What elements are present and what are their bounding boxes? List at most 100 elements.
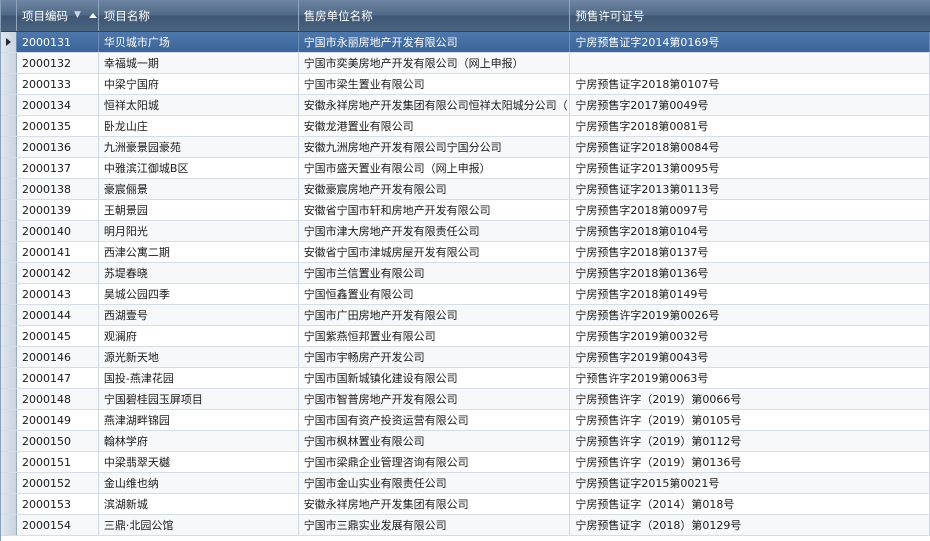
cell-company[interactable]: 宁国市宇畅房产开发公司 xyxy=(299,347,571,367)
cell-name[interactable]: 卧龙山庄 xyxy=(99,116,299,136)
table-row[interactable]: 2000154 三鼎·北园公馆 宁国市三鼎实业发展有限公司 宁房预售证字（2018）第… xyxy=(1,515,930,536)
cell-code[interactable]: 2000135 xyxy=(17,116,99,136)
cell-code[interactable]: 2000139 xyxy=(17,200,99,220)
cell-name[interactable]: 观澜府 xyxy=(99,326,299,346)
cell-company[interactable]: 宁国市兰信置业有限公司 xyxy=(299,263,571,283)
cell-name[interactable]: 华贝城市广场 xyxy=(99,32,299,52)
cell-company[interactable]: 宁国紫燕恒邦置业有限公司 xyxy=(299,326,571,346)
row-indicator[interactable] xyxy=(1,158,17,178)
sort-ascending-icon[interactable] xyxy=(88,13,97,18)
table-row[interactable]: 2000135 卧龙山庄 安徽龙港置业有限公司 宁房预售字2018第0081号 xyxy=(1,116,930,137)
cell-license[interactable]: 宁预售许字2019第0063号 xyxy=(570,368,930,388)
cell-code[interactable]: 2000134 xyxy=(17,95,99,115)
cell-name[interactable]: 翰林学府 xyxy=(99,431,299,451)
cell-name[interactable]: 金山维也纳 xyxy=(99,473,299,493)
cell-code[interactable]: 2000151 xyxy=(17,452,99,472)
row-indicator[interactable] xyxy=(1,74,17,94)
cell-name[interactable]: 昊城公园四季 xyxy=(99,284,299,304)
cell-company[interactable]: 宁国市奕美房地产开发有限公司（网上申报） xyxy=(299,53,571,73)
cell-company[interactable]: 安徽永祥房地产开发集团有限公司 xyxy=(299,494,571,514)
table-row[interactable]: 2000143 昊城公园四季 宁国恒鑫置业有限公司 宁房预售字2018第0149号 xyxy=(1,284,930,305)
cell-name[interactable]: 国投-燕津花园 xyxy=(99,368,299,388)
cell-name[interactable]: 宁国碧桂园玉屏项目 xyxy=(99,389,299,409)
cell-name[interactable]: 幸福城一期 xyxy=(99,53,299,73)
cell-license[interactable]: 宁房预售字2018第0097号 xyxy=(570,200,930,220)
cell-name[interactable]: 豪宸俪景 xyxy=(99,179,299,199)
cell-license[interactable]: 宁房预售字2018第0137号 xyxy=(570,242,930,262)
table-row[interactable]: 2000140 明月阳光 宁国市津大房地产开发有限责任公司 宁房预售字2018第010… xyxy=(1,221,930,242)
cell-company[interactable]: 安徽省宁国市津城房屋开发有限公司 xyxy=(299,242,571,262)
cell-code[interactable]: 2000153 xyxy=(17,494,99,514)
column-header-company[interactable]: 售房单位名称 xyxy=(299,0,571,31)
cell-company[interactable]: 宁国市智普房地产开发有限公司 xyxy=(299,389,571,409)
cell-company[interactable]: 宁国市国有资产投资运营有限公司 xyxy=(299,410,571,430)
column-header-license[interactable]: 预售许可证号 xyxy=(570,0,930,31)
cell-license[interactable]: 宁房预售字2018第0081号 xyxy=(570,116,930,136)
project-data-grid[interactable]: 项目编码 ▼ 项目名称 售房单位名称 预售许可证号 2000131 华贝城市广场宁… xyxy=(0,0,930,541)
cell-code[interactable]: 2000138 xyxy=(17,179,99,199)
cell-name[interactable]: 王朝景园 xyxy=(99,200,299,220)
cell-license[interactable]: 宁房预售许字（2019）第0112号 xyxy=(570,431,930,451)
cell-license[interactable]: 宁房预售字2018第0136号 xyxy=(570,263,930,283)
cell-code[interactable]: 2000144 xyxy=(17,305,99,325)
cell-code[interactable]: 2000142 xyxy=(17,263,99,283)
cell-company[interactable]: 宁国市金山实业有限责任公司 xyxy=(299,473,571,493)
cell-license[interactable]: 宁房预售许字（2019）第0066号 xyxy=(570,389,930,409)
cell-company[interactable]: 宁国市枫林置业有限公司 xyxy=(299,431,571,451)
row-indicator[interactable] xyxy=(1,53,17,73)
cell-name[interactable]: 滨湖新城 xyxy=(99,494,299,514)
table-row[interactable]: 2000146 源光新天地 宁国市宇畅房产开发公司 宁房预售字2019第0043号 xyxy=(1,347,930,368)
row-indicator[interactable] xyxy=(1,473,17,493)
cell-license[interactable]: 宁房预售证字（2018）第0129号 xyxy=(570,515,930,535)
cell-company[interactable]: 安徽龙港置业有限公司 xyxy=(299,116,571,136)
row-indicator[interactable] xyxy=(1,200,17,220)
row-indicator[interactable] xyxy=(1,179,17,199)
column-header-name[interactable]: 项目名称 xyxy=(99,0,299,31)
cell-license[interactable]: 宁房预售证字2013第0095号 xyxy=(570,158,930,178)
cell-code[interactable]: 2000143 xyxy=(17,284,99,304)
cell-name[interactable]: 西津公寓二期 xyxy=(99,242,299,262)
cell-code[interactable]: 2000145 xyxy=(17,326,99,346)
table-row[interactable]: 2000134 恒祥太阳城 安徽永祥房地产开发集团有限公司恒祥太阳城分公司（ 宁房预售… xyxy=(1,95,930,116)
row-indicator[interactable] xyxy=(1,95,17,115)
cell-license[interactable]: 宁房预售字2018第0149号 xyxy=(570,284,930,304)
cell-company[interactable]: 宁国恒鑫置业有限公司 xyxy=(299,284,571,304)
cell-license[interactable] xyxy=(570,53,930,73)
cell-license[interactable]: 宁房预售证字（2014）第018号 xyxy=(570,494,930,514)
cell-code[interactable]: 2000146 xyxy=(17,347,99,367)
table-row[interactable]: 2000148 宁国碧桂园玉屏项目 宁国市智普房地产开发有限公司 宁房预售许字（201… xyxy=(1,389,930,410)
cell-code[interactable]: 2000137 xyxy=(17,158,99,178)
table-row[interactable]: 2000149 燕津湖畔锦园 宁国市国有资产投资运营有限公司 宁房预售许字（2019）… xyxy=(1,410,930,431)
table-row[interactable]: 2000139 王朝景园 安徽省宁国市轩和房地产开发有限公司 宁房预售字2018第00… xyxy=(1,200,930,221)
row-indicator[interactable] xyxy=(1,410,17,430)
row-indicator[interactable] xyxy=(1,326,17,346)
row-indicator[interactable] xyxy=(1,494,17,514)
table-row[interactable]: 2000133 中梁宁国府 宁国市梁生置业有限公司 宁房预售证字2018第0107号 xyxy=(1,74,930,95)
table-row[interactable]: 2000153 滨湖新城 安徽永祥房地产开发集团有限公司 宁房预售证字（2014）第0… xyxy=(1,494,930,515)
cell-company[interactable]: 宁国市国新城镇化建设有限公司 xyxy=(299,368,571,388)
table-row[interactable]: 2000150 翰林学府 宁国市枫林置业有限公司 宁房预售许字（2019）第0112号 xyxy=(1,431,930,452)
cell-license[interactable]: 宁房预售许字2019第0026号 xyxy=(570,305,930,325)
cell-company[interactable]: 宁国市盛天置业有限公司（网上申报） xyxy=(299,158,571,178)
cell-name[interactable]: 西湖壹号 xyxy=(99,305,299,325)
table-row[interactable]: 2000137 中雅滨江御城B区 宁国市盛天置业有限公司（网上申报） 宁房预售证字20… xyxy=(1,158,930,179)
cell-name[interactable]: 中梁翡翠天樾 xyxy=(99,452,299,472)
cell-license[interactable]: 宁房预售字2019第0032号 xyxy=(570,326,930,346)
cell-name[interactable]: 九洲豪景园豪苑 xyxy=(99,137,299,157)
cell-code[interactable]: 2000150 xyxy=(17,431,99,451)
row-indicator[interactable] xyxy=(1,389,17,409)
row-indicator[interactable] xyxy=(1,452,17,472)
cell-company[interactable]: 安徽豪宸房地产开发有限公司 xyxy=(299,179,571,199)
table-row[interactable]: 2000136 九洲豪景园豪苑 安徽九洲房地产开发有限公司宁国分公司 宁房预售证字20… xyxy=(1,137,930,158)
cell-code[interactable]: 2000136 xyxy=(17,137,99,157)
cell-company[interactable]: 安徽九洲房地产开发有限公司宁国分公司 xyxy=(299,137,571,157)
cell-code[interactable]: 2000147 xyxy=(17,368,99,388)
row-indicator[interactable] xyxy=(1,305,17,325)
cell-code[interactable]: 2000149 xyxy=(17,410,99,430)
cell-license[interactable]: 宁房预售证字2018第0107号 xyxy=(570,74,930,94)
row-indicator[interactable] xyxy=(1,284,17,304)
cell-company[interactable]: 宁国市三鼎实业发展有限公司 xyxy=(299,515,571,535)
row-indicator[interactable] xyxy=(1,347,17,367)
table-row[interactable]: 2000131 华贝城市广场 宁国市永丽房地产开发有限公司 宁房预售证字2014第01… xyxy=(1,32,930,53)
cell-company[interactable]: 安徽永祥房地产开发集团有限公司恒祥太阳城分公司（ xyxy=(299,95,571,115)
